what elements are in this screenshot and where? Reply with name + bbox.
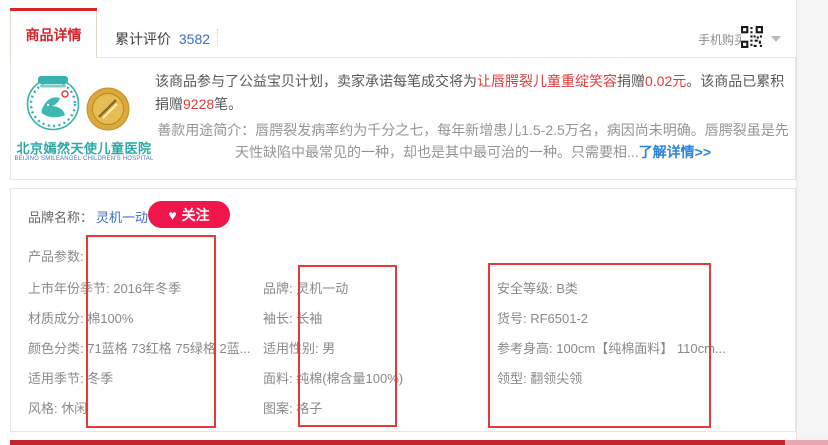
product-detail-page: 商品详情 累计评价 3582 手机购买 [0,0,828,445]
brand-name-link[interactable]: 灵机一动 [96,207,148,226]
tab-reviews-label: 累计评价 [115,31,171,47]
tab-divider [217,29,218,47]
chevron-down-icon[interactable] [771,36,781,42]
mobile-buy-label[interactable]: 手机购买 [698,31,746,48]
learn-more-link[interactable]: 了解详情>> [639,144,711,160]
text-segment: 9228 [183,96,214,112]
next-section-header-bar-light [785,440,828,445]
text-segment: 笔。 [214,96,242,112]
charity-pledge-text: 该商品参与了公益宝贝计划，卖家承诺每笔成交将为让唇腭裂儿童重绽笑容捐赠0.02元… [155,70,791,116]
tab-product-detail[interactable]: 商品详情 [10,11,97,58]
qr-code-icon[interactable] [741,26,763,48]
follow-button[interactable]: ♥ 关注 [148,201,230,228]
text-segment: 捐赠 [617,73,645,89]
hospital-name-en: BEIJING SMILEANGEL CHILDREN'S HOSPITAL [12,156,156,162]
annotation-box-1 [86,235,216,428]
params-title: 产品参数: [28,246,84,265]
charity-fund-description: 善款用途简介：唇腭裂发病率约为千分之七，每年新增患儿1.5-2.5万名，病因尚未… [155,119,791,163]
brand-label: 品牌名称： [28,207,93,226]
annotation-box-3 [488,263,711,428]
hospital-logo-icon [24,74,82,132]
gold-medal-icon [86,87,130,131]
follow-button-label: 关注 [182,205,210,225]
text-segment: 0.02元 [645,73,686,89]
tab-reviews[interactable]: 累计评价 3582 [115,29,210,49]
text-segment: 让唇腭裂儿童重绽笑容 [477,73,617,89]
page-right-gutter [796,0,828,445]
heart-icon: ♥ [168,208,176,222]
next-section-header-bar [10,440,785,445]
annotation-box-2 [298,265,397,427]
hospital-name-cn: 北京嫣然天使儿童医院 [12,138,156,157]
reviews-count: 3582 [179,31,210,47]
text-segment: 该商品参与了公益宝贝计划，卖家承诺每笔成交将为 [155,73,477,89]
